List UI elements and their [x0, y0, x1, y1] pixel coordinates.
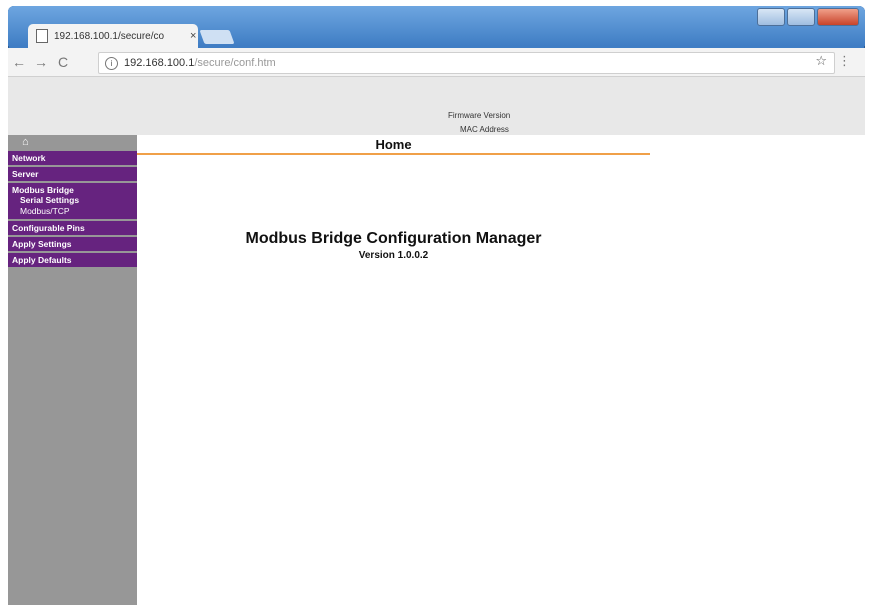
sidebar: ⌂ Network Server Modbus Bridge Serial Se…	[8, 135, 137, 605]
new-tab-button[interactable]	[199, 30, 235, 44]
firmware-version-label: Firmware Version	[448, 111, 511, 120]
minimize-button[interactable]	[757, 8, 785, 26]
tab-title: 192.168.100.1/secure/co	[54, 30, 165, 42]
sidebar-item-serial-settings[interactable]: Serial Settings	[8, 195, 137, 206]
sidebar-item-server[interactable]: Server	[8, 167, 137, 181]
sidebar-item-apply-defaults[interactable]: Apply Defaults	[8, 253, 137, 267]
reload-button[interactable]: C	[52, 54, 74, 70]
address-bar[interactable]: i 192.168.100.1/secure/conf.htm	[98, 52, 835, 74]
back-button[interactable]: ←	[8, 54, 30, 70]
browser-tab[interactable]: 192.168.100.1/secure/co ×	[28, 24, 198, 48]
bookmark-star-icon[interactable]: ☆	[815, 53, 827, 69]
url-path: /secure/conf.htm	[194, 57, 276, 69]
page-icon	[36, 29, 48, 43]
window-controls	[757, 8, 859, 26]
page-title: Modbus Bridge Configuration Manager	[245, 230, 542, 247]
sidebar-home[interactable]: ⌂	[8, 135, 137, 149]
section-title: Home	[137, 137, 650, 155]
sidebar-item-apply-settings[interactable]: Apply Settings	[8, 237, 137, 251]
page-header: Firmware Version MAC Address	[8, 77, 865, 135]
tab-close-icon[interactable]: ×	[190, 30, 196, 42]
home-icon[interactable]: ⌂	[22, 136, 29, 148]
browser-toolbar: ← → C i 192.168.100.1/secure/conf.htm ☆ …	[8, 48, 865, 77]
sidebar-item-modbus-tcp[interactable]: Modbus/TCP	[8, 206, 137, 219]
sidebar-item-network[interactable]: Network	[8, 151, 137, 165]
page-viewport: Firmware Version MAC Address ⌂ Network S…	[8, 77, 865, 605]
url-host: 192.168.100.1	[124, 57, 195, 69]
browser-menu-icon[interactable]: ⋮	[838, 53, 851, 69]
info-icon[interactable]: i	[105, 56, 118, 70]
maximize-button[interactable]	[787, 8, 815, 26]
sidebar-item-configurable-pins[interactable]: Configurable Pins	[8, 221, 137, 235]
sidebar-item-modbus-bridge[interactable]: Modbus Bridge	[8, 183, 137, 195]
forward-button[interactable]: →	[30, 54, 52, 70]
title-bar: 192.168.100.1/secure/co ×	[8, 6, 865, 48]
mac-address-label: MAC Address	[460, 125, 509, 134]
close-window-button[interactable]	[817, 8, 859, 26]
version-label: Version 1.0.0.2	[358, 250, 429, 261]
browser-window: 192.168.100.1/secure/co × ← → C i 192.16…	[8, 6, 865, 605]
